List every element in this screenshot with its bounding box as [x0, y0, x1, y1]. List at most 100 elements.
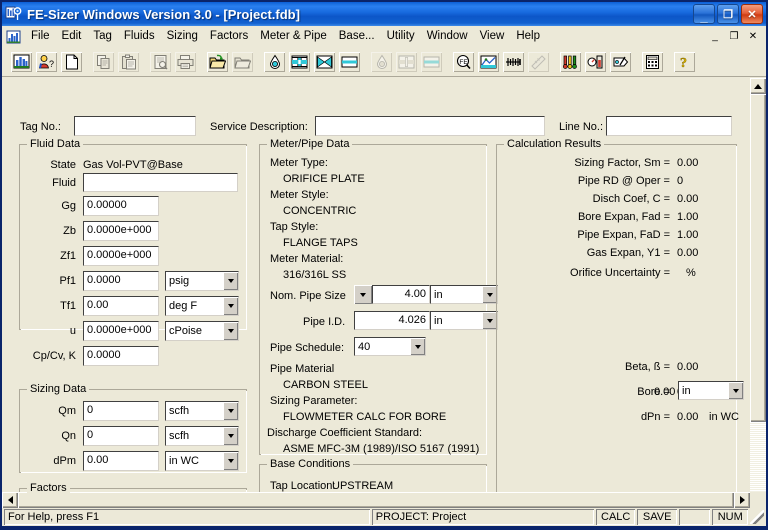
menu-item-window[interactable]: Window	[421, 28, 474, 45]
document-grid-icon[interactable]	[6, 29, 22, 45]
fluid-input[interactable]	[83, 173, 238, 192]
chevron-down-icon[interactable]	[223, 452, 238, 470]
gg-input[interactable]: 0.00000	[83, 196, 159, 216]
scroll-left-button[interactable]	[2, 492, 18, 508]
calculator-icon[interactable]	[641, 50, 664, 73]
nom-pipe-size-dropdown-button[interactable]	[354, 285, 372, 304]
zf1-input[interactable]: 0.0000e+000	[83, 246, 159, 266]
qm-input[interactable]: 0	[83, 401, 159, 421]
bore-unit-value: in	[682, 384, 691, 397]
zb-input[interactable]: 0.0000e+000	[83, 221, 159, 241]
nom-pipe-size-unit-combo[interactable]: in	[430, 285, 498, 304]
maximize-button[interactable]: ❐	[717, 4, 739, 24]
arrow-right-icon	[739, 496, 745, 504]
open-folder-icon[interactable]	[206, 50, 229, 73]
resize-grip-icon[interactable]	[750, 510, 764, 524]
gg-label: Gg	[61, 200, 76, 212]
minimize-icon: _	[700, 9, 708, 24]
menu-item-sizing[interactable]: Sizing	[161, 28, 204, 45]
menu-item-file[interactable]: File	[25, 28, 56, 45]
new-document-icon[interactable]	[60, 50, 83, 73]
menu-item-view[interactable]: View	[474, 28, 511, 45]
qn-unit-combo[interactable]: scfh	[165, 426, 239, 446]
mdi-minimize-button[interactable]: _	[706, 28, 724, 45]
menu-item-help[interactable]: Help	[510, 28, 546, 45]
chevron-down-icon[interactable]	[223, 272, 238, 290]
scroll-up-button[interactable]	[750, 78, 766, 94]
venturi-icon[interactable]	[313, 50, 336, 73]
pipe-id-input[interactable]: 4.026	[354, 311, 430, 330]
mdi-close-button[interactable]: ✕	[744, 28, 762, 45]
tf1-unit-combo[interactable]: deg F	[165, 296, 239, 316]
mdi-restore-button[interactable]: ❐	[725, 28, 743, 45]
gauge-temp-icon[interactable]	[584, 50, 607, 73]
orifice-plate-icon[interactable]	[288, 50, 311, 73]
menu-item-edit[interactable]: Edit	[56, 28, 88, 45]
status-calc-indicator[interactable]: CALC	[596, 509, 635, 525]
base-alt-icon[interactable]	[420, 50, 443, 73]
pf1-input[interactable]: 0.0000	[83, 271, 159, 291]
vertical-scrollbar[interactable]	[750, 78, 766, 508]
new-project-icon[interactable]	[10, 50, 33, 73]
viscosity-input[interactable]: 0.0000e+000	[83, 321, 159, 341]
fluid-drop-icon[interactable]	[263, 50, 286, 73]
help-icon[interactable]: ?	[673, 50, 696, 73]
dpm-unit-combo[interactable]: in WC	[165, 451, 239, 471]
orifice-alt-icon[interactable]	[395, 50, 418, 73]
chevron-down-icon[interactable]	[728, 382, 743, 399]
flow-chart-icon[interactable]	[477, 50, 500, 73]
horizontal-scrollbar[interactable]	[2, 492, 766, 508]
base-conditions-caption: Base Conditions	[267, 458, 354, 470]
copy-icon[interactable]	[92, 50, 115, 73]
close-button[interactable]: ✕	[741, 4, 763, 24]
fluid-drop-alt-icon[interactable]	[370, 50, 393, 73]
tag-no-input[interactable]	[74, 116, 196, 136]
print-preview-icon[interactable]	[149, 50, 172, 73]
chevron-down-icon[interactable]	[223, 322, 238, 340]
status-save-indicator[interactable]: SAVE	[637, 509, 676, 525]
print-icon[interactable]	[174, 50, 197, 73]
ruler-icon[interactable]	[527, 50, 550, 73]
viscosity-unit-combo[interactable]: cPoise	[165, 321, 239, 341]
beta-value: 0.00	[677, 361, 699, 373]
dpm-input[interactable]: 0.00	[83, 451, 159, 471]
menu-item-base[interactable]: Base...	[333, 28, 381, 45]
service-description-input[interactable]	[315, 116, 545, 136]
paste-icon[interactable]	[117, 50, 140, 73]
qm-unit-combo[interactable]: scfh	[165, 401, 239, 421]
nom-pipe-size-value[interactable]: 4.00	[372, 285, 430, 304]
menu-item-fluids[interactable]: Fluids	[118, 28, 161, 45]
scroll-right-button[interactable]	[734, 492, 750, 508]
disch-coef-label: Disch Coef, C =	[592, 193, 670, 205]
tag-pen-icon[interactable]	[609, 50, 632, 73]
chevron-down-icon[interactable]	[223, 297, 238, 315]
menu-item-utility[interactable]: Utility	[381, 28, 421, 45]
pipe-id-unit-combo[interactable]: in	[430, 311, 498, 330]
pf1-unit-combo[interactable]: psig	[165, 271, 239, 291]
chevron-down-icon[interactable]	[223, 427, 238, 445]
chevron-down-icon[interactable]	[410, 338, 425, 355]
base-conditions-icon[interactable]	[338, 50, 361, 73]
chevron-down-icon[interactable]	[482, 286, 497, 303]
tf1-input[interactable]: 0.00	[83, 296, 159, 316]
cpcv-input[interactable]: 0.0000	[83, 346, 159, 366]
qn-input[interactable]: 0	[83, 426, 159, 446]
thermometers-icon[interactable]	[559, 50, 582, 73]
bore-unit-combo[interactable]: in	[678, 381, 744, 400]
user-tag-icon[interactable]: ?	[35, 50, 58, 73]
dpn-label: dPn =	[640, 411, 670, 423]
pipe-schedule-combo[interactable]: 40	[354, 337, 426, 356]
chevron-down-icon[interactable]	[482, 312, 497, 329]
arrow-left-icon	[7, 496, 13, 504]
minimize-button[interactable]: _	[693, 4, 715, 24]
horizontal-scroll-thumb[interactable]	[18, 492, 734, 508]
chevron-down-icon[interactable]	[223, 402, 238, 420]
menu-item-tag[interactable]: Tag	[87, 28, 118, 45]
menu-item-meter-pipe[interactable]: Meter & Pipe	[254, 28, 332, 45]
menu-item-factors[interactable]: Factors	[204, 28, 254, 45]
caliper-icon[interactable]	[502, 50, 525, 73]
save-folder-icon[interactable]	[231, 50, 254, 73]
fe-zoom-icon[interactable]: FE	[452, 50, 475, 73]
line-no-input[interactable]	[606, 116, 732, 136]
vertical-scroll-thumb[interactable]	[750, 94, 766, 422]
